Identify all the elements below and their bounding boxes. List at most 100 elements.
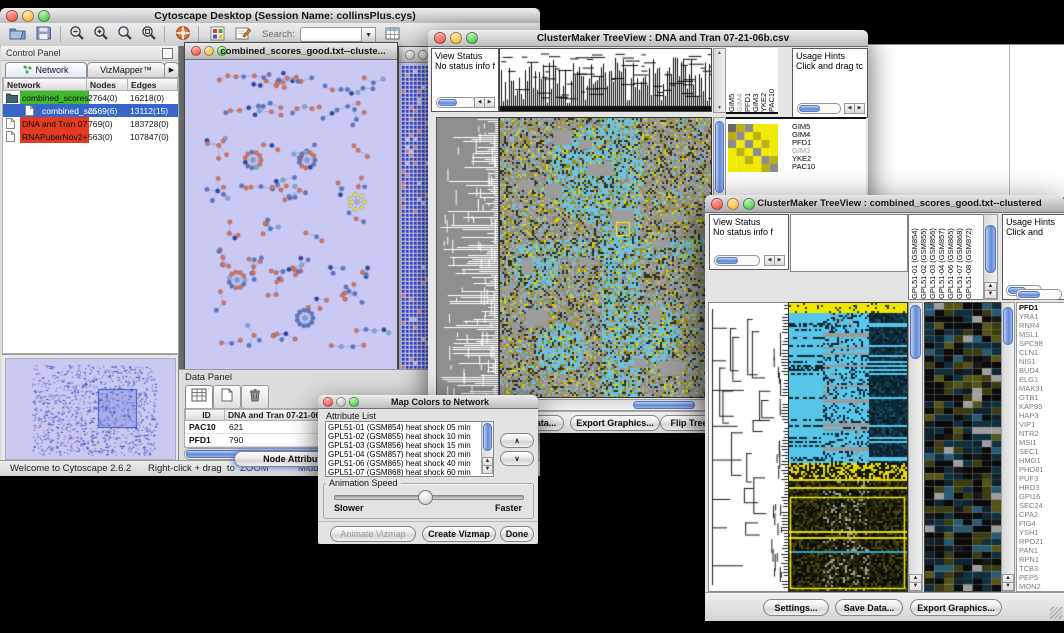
gene-label[interactable]: CPA2 (1019, 510, 1064, 519)
zoom-selected-button[interactable] (138, 25, 160, 44)
scroll-thumb[interactable] (716, 257, 738, 264)
attr-scroll-thumb[interactable] (483, 423, 492, 451)
heatmap-vscroll-thumb[interactable] (715, 121, 724, 193)
gene-label[interactable]: SEC24 (1019, 501, 1064, 510)
scroll-down-arrow[interactable]: ▼ (909, 582, 922, 591)
scroll-down-arrow[interactable]: ▼ (1002, 582, 1014, 591)
tab-overflow[interactable]: ▶ (164, 62, 179, 78)
gene-label[interactable]: PUF3 (1019, 474, 1064, 483)
close-button[interactable] (6, 10, 18, 22)
scroll-down-arrow[interactable]: ▼ (482, 465, 493, 474)
minimize-button[interactable] (336, 397, 346, 407)
gene-label[interactable]: RNR4 (1019, 321, 1064, 330)
treeview-clustered-titlebar[interactable]: ClusterMaker TreeView : combined_scores_… (705, 195, 1064, 213)
zoom-fit-button[interactable] (114, 25, 136, 44)
scroll-thumb[interactable] (985, 225, 996, 273)
close-button[interactable] (711, 198, 723, 210)
scroll-right-arrow[interactable]: ▶ (774, 255, 785, 266)
gene-label[interactable]: NIS1 (1019, 357, 1064, 366)
attribute-item[interactable]: GPL51-01 (GSM854) heat shock 05 min (326, 423, 481, 432)
gene-label[interactable]: PAN1 (1019, 546, 1064, 555)
scroll-thumb[interactable] (1018, 291, 1040, 298)
scroll-right-arrow[interactable]: ▶ (854, 103, 865, 114)
network-list-row[interactable]: RNAPuberNov2+563(0)107847(0) (3, 130, 178, 143)
treeview-button[interactable]: Save Data... (835, 599, 903, 616)
scroll-thumb[interactable] (438, 99, 457, 106)
open-session-button[interactable] (6, 25, 28, 44)
tab-network[interactable]: Network (5, 62, 87, 78)
close-button[interactable] (191, 46, 201, 56)
attr-column-id[interactable]: ID (185, 409, 225, 421)
network-name[interactable]: DNA and Tran 07 (20, 117, 89, 130)
gene-label[interactable]: MON2 (1019, 582, 1064, 591)
zoom-in-button[interactable] (90, 25, 112, 44)
column-dendrogram-canvas[interactable] (499, 48, 712, 112)
delete-attribute-button[interactable] (241, 385, 269, 409)
detail-heatmap-canvas[interactable] (924, 302, 1002, 592)
row-dendrogram-canvas[interactable] (436, 117, 499, 398)
gene-label[interactable]: PFD1 (1019, 303, 1064, 312)
gene-label[interactable]: ELG1 (1019, 375, 1064, 384)
scroll-right-arrow[interactable]: ▶ (484, 97, 495, 108)
correlation-matrix-canvas[interactable] (728, 124, 778, 172)
network-view-canvas[interactable] (185, 60, 395, 376)
heatmap-hscroll-thumb[interactable] (633, 401, 695, 409)
column-label[interactable]: PAC10 (768, 48, 776, 112)
attribute-item[interactable]: GPL51-02 (GSM855) heat shock 10 min (326, 432, 481, 441)
column-label[interactable]: PFD1 (744, 48, 752, 112)
animate-vizmap-button[interactable]: Animate Vizmap (330, 526, 416, 542)
move-down-button[interactable]: ∨ (500, 451, 534, 466)
minimize-button[interactable] (450, 32, 462, 44)
column-header-network[interactable]: Network (3, 78, 87, 91)
gene-label[interactable]: PEP5 (1019, 573, 1064, 582)
gene-label[interactable]: BUD4 (1019, 366, 1064, 375)
gene-label[interactable]: SEC1 (1019, 447, 1064, 456)
treeview-button[interactable]: Export Graphics... (910, 599, 1002, 616)
gene-label[interactable]: MSL1 (1019, 330, 1064, 339)
gene-label[interactable]: MSI1 (1019, 438, 1064, 447)
gene-label[interactable]: PAC10 (792, 163, 832, 171)
gene-label[interactable]: HMG1 (1019, 456, 1064, 465)
attribute-item[interactable]: GPL51-04 (GSM857) heat shock 20 min (326, 450, 481, 459)
gene-label[interactable]: RPN1 (1019, 555, 1064, 564)
scroll-down-arrow[interactable]: ▼ (984, 290, 997, 299)
main-titlebar[interactable]: Cytoscape Desktop (Session Name: collins… (0, 8, 540, 24)
global-heatmap-canvas[interactable] (788, 302, 908, 592)
save-session-button[interactable] (32, 25, 54, 44)
minimize-button[interactable] (22, 10, 34, 22)
zoom-out-button[interactable] (66, 25, 88, 44)
gene-label[interactable]: MAK31 (1019, 384, 1064, 393)
attribute-item[interactable]: GPL51-06 (GSM865) heat shock 40 min (326, 459, 481, 468)
treeview-button[interactable]: Export Graphics... (570, 415, 660, 431)
tab-vizmapper[interactable]: VizMapper™ (87, 62, 165, 78)
float-panel-icon[interactable] (162, 48, 173, 59)
column-tree-area[interactable] (790, 214, 908, 272)
column-header-nodes[interactable]: Nodes (86, 78, 128, 91)
column-label[interactable]: GIM5 (728, 48, 736, 112)
gene-label[interactable]: TCB3 (1019, 564, 1064, 573)
resize-grip[interactable] (1050, 607, 1062, 619)
network-overview-canvas[interactable] (5, 358, 176, 460)
gene-label[interactable]: PHO81 (1019, 465, 1064, 474)
close-button[interactable] (405, 50, 415, 60)
column-label[interactable]: GPL51-01 (GSM854) (911, 215, 920, 299)
move-up-button[interactable]: ∧ (500, 433, 534, 448)
minimize-button[interactable] (727, 198, 739, 210)
scroll-thumb[interactable] (799, 105, 820, 112)
gene-label[interactable]: SPC98 (1019, 339, 1064, 348)
gene-label[interactable]: HRD3 (1019, 483, 1064, 492)
gene-label[interactable]: VIP1 (1019, 420, 1064, 429)
close-button[interactable] (323, 397, 333, 407)
gene-label[interactable]: CLN1 (1019, 348, 1064, 357)
minimize-button[interactable] (204, 46, 214, 56)
column-label[interactable]: GPL51-04 (GSM857) (938, 215, 947, 299)
dialog-titlebar[interactable]: Map Colors to Network (318, 395, 538, 409)
column-header-edges[interactable]: Edges (127, 78, 178, 91)
gene-label[interactable]: KAP95 (1019, 402, 1064, 411)
network-list-row[interactable]: combined_scores2764(0)16218(0) (3, 91, 178, 104)
row-dendrogram-canvas[interactable] (708, 302, 789, 592)
search-input[interactable] (300, 27, 362, 42)
column-label[interactable]: GPL51-02 (GSM855) (920, 215, 929, 299)
network-list-row[interactable]: DNA and Tran 07769(0)183728(0) (3, 117, 178, 130)
network-name[interactable]: RNAPuberNov2+ (20, 130, 89, 143)
